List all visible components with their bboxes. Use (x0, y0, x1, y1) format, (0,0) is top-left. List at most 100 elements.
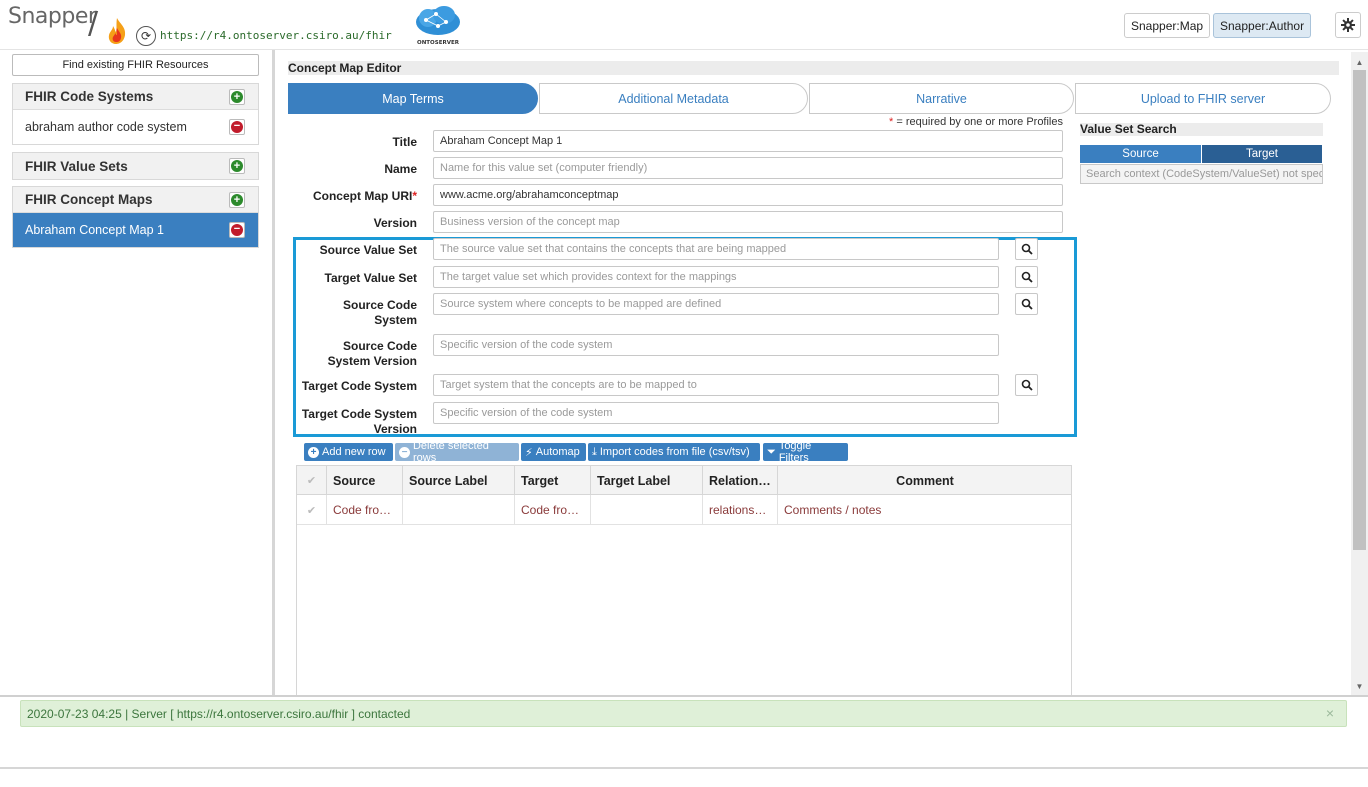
plus-icon: + (231, 160, 243, 172)
source-code-system-label: Source Code System (342, 298, 417, 327)
sidebar-item-label: Abraham Concept Map 1 (25, 223, 164, 237)
remove-concept-map-button[interactable]: − (229, 222, 245, 238)
vs-source-button[interactable]: Source (1080, 145, 1201, 163)
col-target[interactable]: Target (515, 466, 591, 495)
tab-upload[interactable]: Upload to FHIR server (1075, 83, 1331, 114)
scroll-down-icon[interactable]: ▼ (1351, 678, 1368, 694)
refresh-icon[interactable]: ⟳ (136, 26, 156, 46)
minus-icon: − (231, 121, 243, 133)
mapping-grid: ✔ Source Source Label Target Target Labe… (296, 465, 1072, 697)
import-codes-button[interactable]: ⤓ Import codes from file (csv/tsv) (588, 443, 760, 461)
cell-target-label[interactable] (591, 495, 703, 525)
uri-label: Concept Map URI* (290, 189, 417, 204)
col-comment[interactable]: Comment (778, 466, 1072, 495)
target-code-system-input[interactable]: Target system that the concepts are to b… (433, 374, 999, 396)
search-icon (1021, 379, 1033, 391)
target-code-system-label: Target Code System (301, 379, 417, 393)
automap-button[interactable]: ⚡ Automap (521, 443, 586, 461)
source-code-system-search-button[interactable] (1015, 293, 1038, 315)
row-checkbox[interactable]: ✔ (297, 495, 327, 525)
status-separator (0, 695, 1368, 697)
search-icon (1021, 271, 1033, 283)
delete-rows-label: Delete selected rows (412, 440, 489, 464)
import-icon: ⤓ (592, 445, 597, 458)
target-code-system-search-button[interactable] (1015, 374, 1038, 396)
gear-icon (1341, 18, 1355, 32)
select-all-checkbox[interactable]: ✔ (297, 466, 327, 495)
add-value-set-button[interactable]: + (229, 158, 245, 174)
server-url: https://r4.ontoserver.csiro.au/fhir (160, 29, 392, 42)
status-message: 2020-07-23 04:25 | Server [ https://r4.o… (20, 700, 1347, 727)
concept-maps-header: FHIR Concept Maps + (13, 187, 258, 213)
concept-maps-panel: FHIR Concept Maps + Abraham Concept Map … (12, 186, 259, 248)
minus-icon: − (399, 446, 410, 458)
ontoserver-label: ONTOSERVER (417, 40, 460, 46)
cell-comment[interactable]: Comments / notes (778, 495, 1072, 525)
tab-map-terms[interactable]: Map Terms (288, 83, 538, 114)
search-icon (1021, 243, 1033, 255)
source-value-set-input[interactable]: The source value set that contains the c… (433, 238, 999, 260)
uri-input[interactable]: www.acme.org/abrahamconceptmap (433, 184, 1063, 206)
source-value-set-search-button[interactable] (1015, 238, 1038, 260)
cell-source[interactable]: Code fro… (327, 495, 403, 525)
scroll-up-icon[interactable]: ▲ (1351, 54, 1368, 70)
settings-button[interactable] (1335, 12, 1361, 38)
sidebar-item-code-system[interactable]: abraham author code system − (13, 110, 258, 144)
source-code-system-version-input[interactable]: Specific version of the code system (433, 334, 999, 356)
plus-icon: + (308, 446, 319, 458)
uri-label-text: Concept Map URI (312, 189, 413, 203)
col-source-label[interactable]: Source Label (403, 466, 515, 495)
add-code-system-button[interactable]: + (229, 88, 245, 105)
sidebar-item-concept-map[interactable]: Abraham Concept Map 1 − (13, 213, 258, 247)
editor-title: Concept Map Editor (288, 61, 1339, 75)
target-value-set-label: Target Value Set (324, 271, 417, 285)
snapper-author-button[interactable]: Snapper:Author (1213, 13, 1312, 38)
tab-narrative[interactable]: Narrative (809, 83, 1074, 114)
add-row-label: Add new row (322, 446, 386, 458)
add-concept-map-button[interactable]: + (229, 191, 245, 208)
cell-source-label[interactable] (403, 495, 515, 525)
version-input[interactable]: Business version of the concept map (433, 211, 1063, 233)
tab-additional-metadata[interactable]: Additional Metadata (539, 83, 808, 114)
bolt-icon: ⚡ (525, 446, 533, 459)
value-set-search-title: Value Set Search (1080, 123, 1323, 136)
code-systems-title: FHIR Code Systems (25, 89, 154, 104)
cell-relation[interactable]: relations… (703, 495, 778, 525)
code-systems-header: FHIR Code Systems + (13, 84, 258, 110)
app-logo: Snapper (8, 4, 97, 29)
name-input[interactable]: Name for this value set (computer friend… (433, 157, 1063, 179)
source-code-system-input[interactable]: Source system where concepts to be mappe… (433, 293, 999, 315)
required-note-text: = required by one or more Profiles (893, 116, 1063, 128)
close-icon[interactable]: × (1326, 705, 1334, 721)
grid-header: ✔ Source Source Label Target Target Labe… (297, 466, 1071, 495)
sidebar-resize-handle[interactable] (272, 50, 275, 695)
col-relation[interactable]: Relation… (703, 466, 778, 495)
col-target-label[interactable]: Target Label (591, 466, 703, 495)
target-value-set-search-button[interactable] (1015, 266, 1038, 288)
title-input[interactable]: Abraham Concept Map 1 (433, 130, 1063, 152)
cell-target[interactable]: Code fro… (515, 495, 591, 525)
automap-label: Automap (535, 446, 580, 458)
concept-maps-title: FHIR Concept Maps (25, 192, 153, 207)
target-code-system-version-input[interactable]: Specific version of the code system (433, 402, 999, 424)
target-value-set-input[interactable]: The target value set which provides cont… (433, 266, 999, 288)
vs-context-input[interactable]: Search context (CodeSystem/ValueSet) not… (1080, 164, 1323, 184)
toggle-filters-button[interactable]: ⏷ Toggle Filters (763, 440, 848, 464)
scrollbar-thumb[interactable] (1353, 70, 1366, 550)
remove-code-system-button[interactable]: − (229, 119, 245, 135)
snapper-map-button[interactable]: Snapper:Map (1124, 13, 1211, 38)
sidebar (0, 50, 272, 695)
add-row-button[interactable]: + Add new row (304, 443, 393, 461)
find-resources-button[interactable]: Find existing FHIR Resources (12, 54, 259, 76)
flame-icon (108, 18, 126, 44)
col-source[interactable]: Source (327, 466, 403, 495)
delete-rows-button[interactable]: − Delete selected rows (395, 440, 519, 464)
plus-icon: + (231, 90, 243, 103)
source-value-set-label: Source Value Set (319, 243, 417, 257)
filter-icon: ⏷ (767, 445, 776, 458)
table-row[interactable]: ✔ Code fro… Code fro… relations… Comment… (297, 495, 1071, 525)
target-code-system-version-label: Target Code System Version (301, 407, 417, 436)
vs-target-button[interactable]: Target (1202, 145, 1322, 163)
plus-icon: + (231, 193, 243, 206)
logo-slash: / (88, 6, 99, 41)
